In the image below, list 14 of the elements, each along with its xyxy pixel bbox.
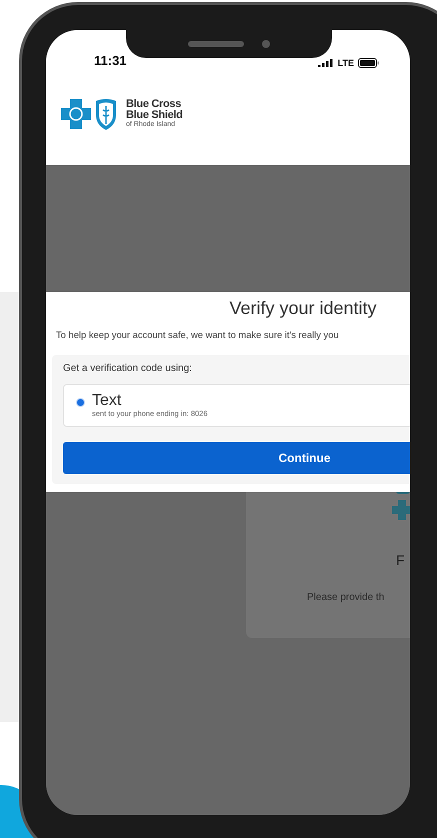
dialog-title: Verify your identity — [228, 298, 378, 319]
network-label: LTE — [338, 58, 354, 68]
section-label: Get a verification code using: — [63, 363, 193, 374]
card-title: F — [396, 552, 405, 568]
logo-text: Blue Shield — [126, 110, 183, 121]
continue-button[interactable]: Continue — [63, 442, 410, 474]
battery-icon — [358, 58, 380, 68]
status-time: 11:31 — [94, 53, 127, 68]
option-label: Text — [92, 393, 122, 409]
logo-text: Blue Cross — [126, 99, 182, 110]
signal-icon — [318, 59, 334, 67]
card-text: Please provide th — [307, 592, 384, 603]
dialog-subtitle: To help keep your account safe, we want to make sure it's really you — [55, 329, 340, 340]
radio-button[interactable] — [76, 398, 85, 407]
